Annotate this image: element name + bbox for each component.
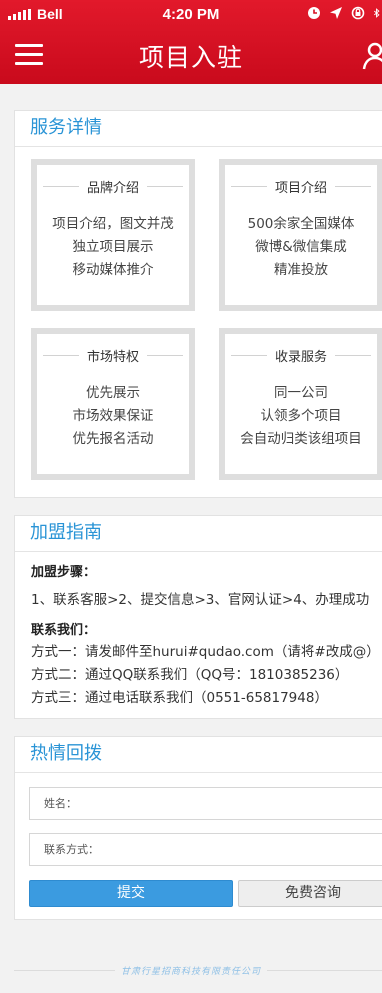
card-title: 收录服务 xyxy=(231,346,371,366)
contact-method-qq: 方式二：通过QQ联系我们（QQ号：1810385236） xyxy=(31,667,349,683)
status-bar: Bell 4:20 PM xyxy=(0,0,382,30)
card-title: 品牌介绍 xyxy=(43,177,183,197)
top-bar: Bell 4:20 PM 项目入驻 xyxy=(0,0,382,84)
card-listing-service: 收录服务 同一公司 认领多个项目 会自动归类该组项目 xyxy=(219,328,382,480)
steps-text: 1、联系客服>2、提交信息>3、官网认证>4、办理成功 xyxy=(31,592,370,608)
card-line: 会自动归类该组项目 xyxy=(240,431,362,447)
callback-title: 热情回拨 xyxy=(15,737,382,773)
rotation-lock-icon xyxy=(351,6,365,20)
card-title: 市场特权 xyxy=(43,346,183,366)
clock-icon xyxy=(308,7,320,19)
free-consult-button[interactable]: 免费咨询 xyxy=(238,880,382,907)
service-details-title: 服务详情 xyxy=(15,111,382,147)
card-line: 移动媒体推介 xyxy=(72,262,154,278)
submit-button[interactable]: 提交 xyxy=(29,880,233,907)
contact-label: 联系我们： xyxy=(31,623,97,638)
callback-panel: 热情回拨 姓名： 联系方式： 提交 免费咨询 xyxy=(14,736,382,920)
contact-field[interactable]: 联系方式： xyxy=(29,833,382,866)
service-details-panel: 服务详情 品牌介绍 项目介绍，图文并茂 独立项目展示 移动媒体推介 项目介绍 5… xyxy=(14,110,382,498)
card-line: 优先展示 xyxy=(86,385,140,401)
contact-method-phone: 方式三：通过电话联系我们（0551-65817948） xyxy=(31,690,328,706)
user-icon[interactable] xyxy=(362,42,382,70)
card-line: 认领多个项目 xyxy=(260,408,342,424)
card-line: 市场效果保证 xyxy=(72,408,154,424)
card-line: 精准投放 xyxy=(274,262,328,278)
steps-label: 加盟步骤： xyxy=(31,565,97,580)
card-line: 项目介绍，图文并茂 xyxy=(52,216,174,232)
join-guide-panel: 加盟指南 加盟步骤： 1、联系客服>2、提交信息>3、官网认证>4、办理成功 联… xyxy=(14,515,382,719)
card-title: 项目介绍 xyxy=(231,177,371,197)
card-lines: 500余家全国媒体 微博&微信集成 精准投放 xyxy=(225,213,377,282)
footer-company: 甘肃行星招商科技有限责任公司 xyxy=(0,964,382,977)
card-brand-intro: 品牌介绍 项目介绍，图文并茂 独立项目展示 移动媒体推介 xyxy=(31,159,195,311)
location-arrow-icon xyxy=(330,7,342,19)
footer-company-label: 甘肃行星招商科技有限责任公司 xyxy=(114,967,267,977)
name-label: 姓名： xyxy=(44,797,77,810)
contact-method-email: 方式一：请发邮件至hurui#qudao.com（请将#改成@） xyxy=(31,644,380,660)
join-guide-title: 加盟指南 xyxy=(15,516,382,552)
card-project-intro: 项目介绍 500余家全国媒体 微博&微信集成 精准投放 xyxy=(219,159,382,311)
card-line: 同一公司 xyxy=(274,385,328,401)
card-line: 独立项目展示 xyxy=(72,239,154,255)
bluetooth-icon xyxy=(373,8,380,18)
status-icons xyxy=(307,6,382,20)
card-lines: 项目介绍，图文并茂 独立项目展示 移动媒体推介 xyxy=(37,213,189,282)
name-input[interactable] xyxy=(100,788,370,819)
card-lines: 优先展示 市场效果保证 优先报名活动 xyxy=(37,382,189,451)
page-title: 项目入驻 xyxy=(138,43,243,72)
card-market-privilege: 市场特权 优先展示 市场效果保证 优先报名活动 xyxy=(31,328,195,480)
card-line: 500余家全国媒体 xyxy=(247,216,355,232)
card-line: 微博&微信集成 xyxy=(255,239,347,255)
card-lines: 同一公司 认领多个项目 会自动归类该组项目 xyxy=(225,382,377,451)
contact-input[interactable] xyxy=(100,834,370,865)
contact-field-label: 联系方式： xyxy=(44,843,99,856)
card-line: 优先报名活动 xyxy=(72,431,154,447)
name-field[interactable]: 姓名： xyxy=(29,787,382,820)
